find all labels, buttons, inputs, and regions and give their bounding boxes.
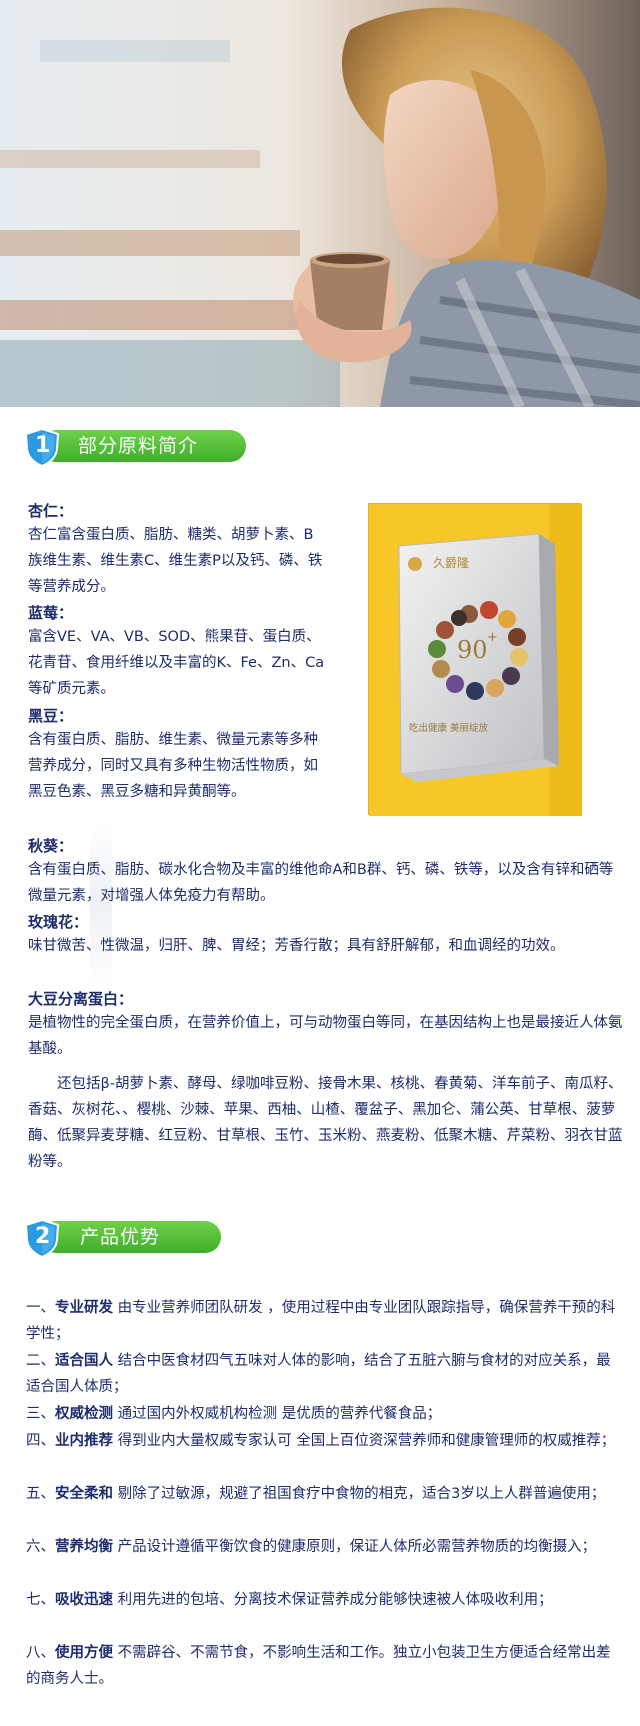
advantage-label: 吸收迅速	[55, 1592, 113, 1608]
ingredient-desc: 含有蛋白质、脂肪、碳水化合物及丰富的维他命A和B群、钙、磷、铁等，以及含有锌和硒…	[28, 862, 614, 904]
ingredient-desc: 是植物性的完全蛋白质，在营养价值上，可与动物蛋白等同，在基因结构上也是最接近人体…	[28, 1015, 623, 1057]
advantage-item: 六、营养均衡 产品设计遵循平衡饮食的健康原则，保证人体所必需营养物质的均衡摄入；	[26, 1534, 618, 1560]
advantage-label: 安全柔和	[55, 1486, 113, 1502]
ingredient-name: 黑豆：	[28, 707, 74, 725]
section1-title: 部分原料简介	[78, 435, 199, 457]
advantage-text: 得到业内大量权威专家认可 全国上百位资深营养师和健康管理师的权威推荐；	[113, 1433, 616, 1449]
advantage-item: 五、安全柔和 剔除了过敏源，规避了祖国食疗中食物的相克，适合3岁以上人群普遍使用…	[26, 1481, 618, 1507]
section1-number: 1	[35, 433, 51, 458]
product-box-image: 久爵隆 90 + 吃出健康 美丽绽放	[368, 503, 582, 816]
advantage-prefix: 五、	[26, 1486, 55, 1502]
page: 1 部分原料简介 杏仁： 杏仁富含蛋白质、脂肪、糖类、胡萝卜素、B族维生素、维生…	[0, 0, 640, 1726]
advantage-text: 不需辟谷、不需节食，不影响生活和工作。独立小包装卫生方便适合经常出差的商务人士。	[26, 1645, 611, 1687]
advantage-prefix: 六、	[26, 1539, 55, 1555]
advantage-label: 使用方便	[55, 1645, 113, 1661]
product-badge: 90	[457, 636, 488, 664]
advantage-text: 产品设计遵循平衡饮食的健康原则，保证人体所必需营养物质的均衡摄入；	[113, 1539, 597, 1555]
advantage-prefix: 七、	[26, 1592, 55, 1608]
section2-number: 2	[35, 1224, 51, 1249]
ingredient-name: 蓝莓：	[28, 604, 74, 622]
advantage-prefix: 八、	[26, 1645, 55, 1661]
advantage-prefix: 一、	[26, 1300, 55, 1316]
hero-image	[0, 0, 640, 407]
ingredient-name: 大豆分离蛋白：	[28, 990, 134, 1008]
ingredient-name: 玫瑰花：	[28, 913, 89, 931]
advantage-label: 业内推荐	[55, 1433, 113, 1449]
ingredient-desc: 味甘微苦、性微温，归肝、脾、胃经；芳香行散；具有舒肝解郁，和血调经的功效。	[28, 938, 565, 954]
ingredient-desc: 含有蛋白质、脂肪、维生素、微量元素等多种营养成分，同时又具有多种生物活性物质，如…	[28, 732, 318, 800]
advantage-item: 七、吸收迅速 利用先进的包培、分离技术保证营养成分能够快速被人体吸收利用；	[26, 1587, 618, 1613]
advantage-item: 四、业内推荐 得到业内大量权威专家认可 全国上百位资深营养师和健康管理师的权威推…	[26, 1428, 618, 1454]
advantage-item: 三、权威检测 通过国内外权威机构检测 是优质的营养代餐食品；	[26, 1401, 618, 1427]
advantage-text: 利用先进的包培、分离技术保证营养成分能够快速被人体吸收利用；	[113, 1592, 553, 1608]
ingredient-name: 秋葵：	[28, 837, 74, 855]
advantage-label: 营养均衡	[55, 1539, 113, 1555]
advantage-text: 剔除了过敏源，规避了祖国食疗中食物的相克，适合3岁以上人群普遍使用；	[113, 1486, 606, 1502]
advantage-item: 八、使用方便 不需辟谷、不需节食，不影响生活和工作。独立小包装卫生方便适合经常出…	[26, 1640, 618, 1692]
ingredient-desc: 杏仁富含蛋白质、脂肪、糖类、胡萝卜素、B族维生素、维生素C、维生素P以及钙、磷、…	[28, 527, 323, 595]
product-brand: 久爵隆	[433, 556, 470, 570]
advantage-text: 由专业营养师团队研发 ，使用过程中由专业团队跟踪指导，确保营养干预的科学性；	[26, 1300, 616, 1342]
advantage-prefix: 二、	[26, 1353, 55, 1369]
advantage-label: 专业研发	[55, 1300, 113, 1316]
advantage-item: 一、专业研发 由专业营养师团队研发 ，使用过程中由专业团队跟踪指导，确保营养干预…	[26, 1295, 618, 1347]
product-slogan: 吃出健康 美丽绽放	[409, 723, 489, 734]
advantage-prefix: 三、	[26, 1406, 55, 1422]
advantage-text: 通过国内外权威机构检测 是优质的营养代餐食品；	[113, 1406, 442, 1422]
woman-with-cup-illustration	[0, 0, 640, 407]
advantage-text: 结合中医食材四气五味对人体的影响，结合了五脏六腑与食材的对应关系，最适合国人体质…	[26, 1353, 611, 1395]
advantage-label: 适合国人	[55, 1353, 113, 1369]
section2-title: 产品优势	[80, 1226, 161, 1248]
other-ingredients: 还包括β-胡萝卜素、酵母、绿咖啡豆粉、接骨木果、核桃、春黄菊、洋车前子、南瓜籽、…	[28, 1076, 623, 1170]
advantage-prefix: 四、	[26, 1433, 55, 1449]
ingredient-name: 杏仁：	[28, 502, 74, 520]
advantage-label: 权威检测	[55, 1406, 113, 1422]
product-badge-plus: +	[487, 630, 498, 645]
advantage-item: 二、适合国人 结合中医食材四气五味对人体的影响，结合了五脏六腑与食材的对应关系，…	[26, 1348, 618, 1400]
ingredient-desc: 富含VE、VA、VB、SOD、熊果苷、蛋白质、花青苷、食用纤维以及丰富的K、Fe…	[28, 629, 325, 697]
